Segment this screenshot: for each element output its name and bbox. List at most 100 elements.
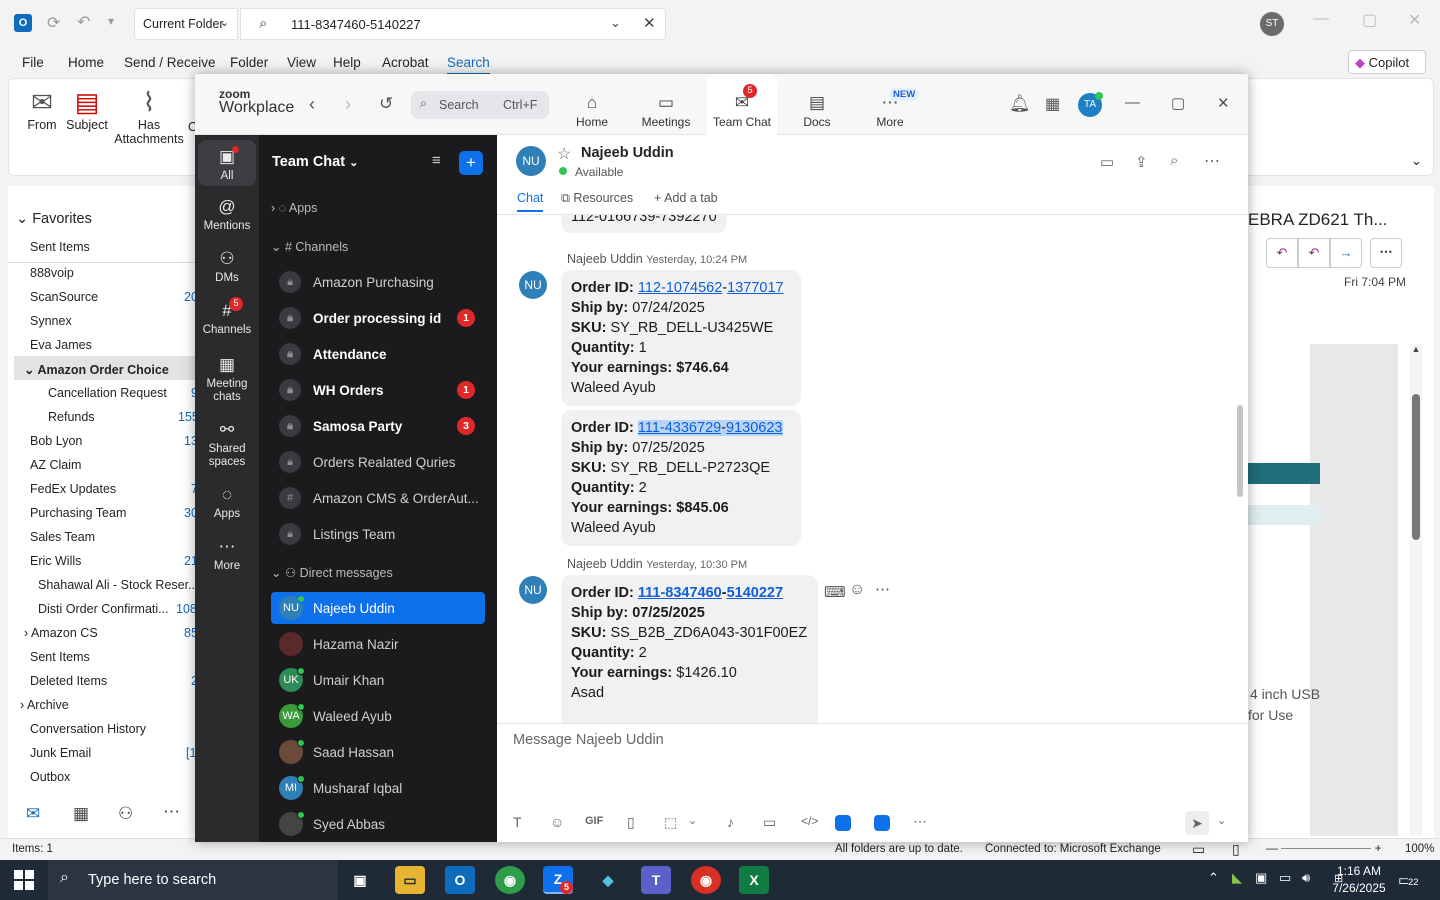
close-button[interactable]: ✕ — [1408, 10, 1421, 30]
reply-thread-icon[interactable]: ⌨ — [824, 583, 846, 601]
file-icon[interactable]: ▯ — [627, 814, 635, 831]
maximize-button[interactable]: ▢ — [1171, 94, 1185, 112]
teams-icon[interactable]: T — [641, 866, 671, 894]
rail-more[interactable]: ⋯ More — [198, 537, 256, 572]
gif-icon[interactable]: GIF — [585, 815, 603, 827]
tab-chat[interactable]: Chat — [517, 191, 544, 212]
microphone-icon[interactable]: ♪ — [727, 814, 734, 830]
channel-item[interactable]: # Amazon CMS & OrderAut... — [271, 482, 485, 514]
task-view-icon[interactable]: ▣ — [345, 866, 375, 894]
folder-item[interactable]: Eric Wills — [30, 554, 81, 568]
outlook-taskbar-icon[interactable]: O — [445, 866, 475, 894]
share-screen-icon[interactable]: ⇪ — [1135, 153, 1148, 171]
close-button[interactable]: ✕ — [1217, 94, 1230, 112]
folder-item[interactable]: Refunds — [48, 410, 95, 424]
folder-item[interactable]: Eva James — [30, 338, 92, 352]
network-icon[interactable]: ▭ — [1279, 870, 1291, 886]
mail-icon[interactable]: ✉ — [26, 804, 40, 824]
chrome-icon[interactable]: ◉ — [495, 866, 525, 894]
dm-item[interactable]: Saad Hassan — [271, 736, 485, 768]
chrome-icon-2[interactable]: ◉ — [691, 866, 721, 894]
list-title[interactable]: Team Chat ⌄ — [272, 154, 358, 170]
emoji-reaction-icon[interactable]: ☺ — [849, 581, 865, 599]
channel-item[interactable]: 🔒︎ Samosa Party 3 — [271, 410, 485, 442]
tab-view[interactable]: View — [287, 55, 316, 70]
order-link[interactable]: 112-1074562 — [638, 280, 722, 296]
filter-icon[interactable]: ≡ — [432, 152, 441, 169]
file-explorer-icon[interactable]: ▭ — [395, 866, 425, 894]
folder-item[interactable]: ⌄ Amazon Order Choice — [24, 362, 169, 377]
forward-button[interactable]: → — [1330, 238, 1362, 268]
maximize-button[interactable]: ▢ — [1362, 10, 1377, 30]
tab-file[interactable]: File — [22, 55, 44, 70]
nav-home[interactable]: ⌂ Home — [557, 74, 627, 135]
calendar-icon[interactable]: ▦ — [1045, 94, 1060, 114]
chat-scrollbar-thumb[interactable] — [1237, 405, 1243, 497]
back-icon[interactable]: ‹ — [309, 94, 315, 115]
rail-apps[interactable]: ◌ Apps — [198, 485, 256, 520]
rail-shared-spaces[interactable]: ⚯ Shared spaces — [198, 420, 256, 469]
tab-search[interactable]: Search — [447, 55, 490, 75]
sender-avatar[interactable]: NU — [519, 271, 547, 299]
folder-item[interactable]: Sent Items — [30, 650, 90, 664]
folder-item[interactable]: Junk Email — [30, 746, 91, 760]
send-button[interactable]: ➤ — [1185, 811, 1209, 835]
star-icon[interactable]: ☆ — [557, 144, 571, 164]
zoom-search-box[interactable]: ⌕ Search Ctrl+F — [411, 91, 549, 119]
screenshot-icon[interactable]: ⬚ — [664, 814, 677, 831]
folder-item[interactable]: Disti Order Confirmati... — [38, 602, 169, 616]
apps-section[interactable]: › ◌ Apps — [271, 201, 317, 215]
tab-help[interactable]: Help — [333, 55, 361, 70]
dm-item[interactable]: Syed Abbas — [271, 808, 485, 840]
rail-mentions[interactable]: @ Mentions — [198, 197, 256, 232]
more-actions-button[interactable]: ⋯ — [1370, 238, 1402, 268]
ribbon-collapse-icon[interactable]: ⌄ — [1411, 153, 1422, 169]
message-input[interactable]: Message Najeeb Uddin — [513, 732, 1233, 782]
user-avatar[interactable]: TA — [1078, 92, 1103, 117]
customize-icon[interactable]: ▾ — [108, 14, 114, 28]
scrollbar-up-icon[interactable]: ▲ — [1410, 344, 1422, 354]
clock[interactable]: 1:16 AM 7/26/2025 — [1326, 863, 1392, 897]
sender-avatar[interactable]: NU — [519, 576, 547, 604]
sync-icon[interactable]: ⟳ — [47, 13, 60, 33]
channel-item[interactable]: 🔒︎ Order processing id 1 — [271, 302, 485, 334]
undo-icon[interactable]: ↶ — [77, 12, 90, 32]
folder-item[interactable]: AZ Claim — [30, 458, 81, 472]
tab-home[interactable]: Home — [68, 55, 104, 70]
avatar[interactable]: ST — [1260, 12, 1284, 36]
nav-docs[interactable]: ▤ Docs — [782, 74, 852, 135]
more-icon[interactable]: ⋯ — [163, 802, 180, 822]
emoji-icon[interactable]: ☺ — [550, 814, 564, 830]
video-call-icon[interactable]: ▭ — [1100, 153, 1114, 171]
from-button[interactable]: ✉ From — [21, 87, 63, 132]
start-button[interactable] — [14, 870, 34, 890]
channel-item[interactable]: 🔒︎ Amazon Purchasing — [271, 266, 485, 298]
folder-item[interactable]: ScanSource — [30, 290, 98, 304]
folder-item[interactable]: Synnex — [30, 314, 72, 328]
folder-item[interactable]: 888voip — [30, 266, 74, 280]
dm-section[interactable]: ⌄ ⚇ Direct messages — [271, 565, 393, 580]
order-link[interactable]: 9130623 — [726, 420, 783, 436]
dm-item[interactable]: Hazama Nazir — [271, 628, 485, 660]
calendar-icon[interactable]: ▦ — [73, 804, 89, 824]
chevron-down-icon[interactable]: ⌄ — [688, 814, 697, 827]
channel-item[interactable]: 🔒︎ Listings Team — [271, 518, 485, 550]
folder-item[interactable]: Cancellation Request — [48, 386, 167, 400]
search-options-icon[interactable]: ⌄ — [610, 15, 621, 31]
notification-button[interactable]: ▭ 22 — [1398, 871, 1419, 889]
scrollbar[interactable]: ▲ — [1410, 344, 1422, 836]
reply-button[interactable]: ↶ — [1266, 238, 1298, 268]
video-message-icon[interactable]: ▭ — [763, 814, 776, 831]
rail-dms[interactable]: ⚇ DMs — [198, 249, 256, 284]
code-snippet-icon[interactable]: </> — [801, 814, 818, 828]
tab-acrobat[interactable]: Acrobat — [382, 55, 429, 70]
format-text-icon[interactable]: T — [513, 814, 522, 830]
folder-item[interactable]: Deleted Items — [30, 674, 107, 688]
folder-item[interactable]: Outbox — [30, 770, 70, 784]
order-link[interactable]: 111-4336729 — [637, 420, 722, 436]
search-scope-dropdown[interactable]: Current Folder ⌄ — [134, 8, 238, 40]
tray-chevron-icon[interactable]: ⌃ — [1208, 870, 1219, 886]
more-icon[interactable]: ⋯ — [875, 580, 890, 598]
folder-item[interactable]: FedEx Updates — [30, 482, 116, 496]
search-input[interactable]: ⌕ 111-8347460-5140227 ⌄ ✕ — [240, 8, 666, 40]
